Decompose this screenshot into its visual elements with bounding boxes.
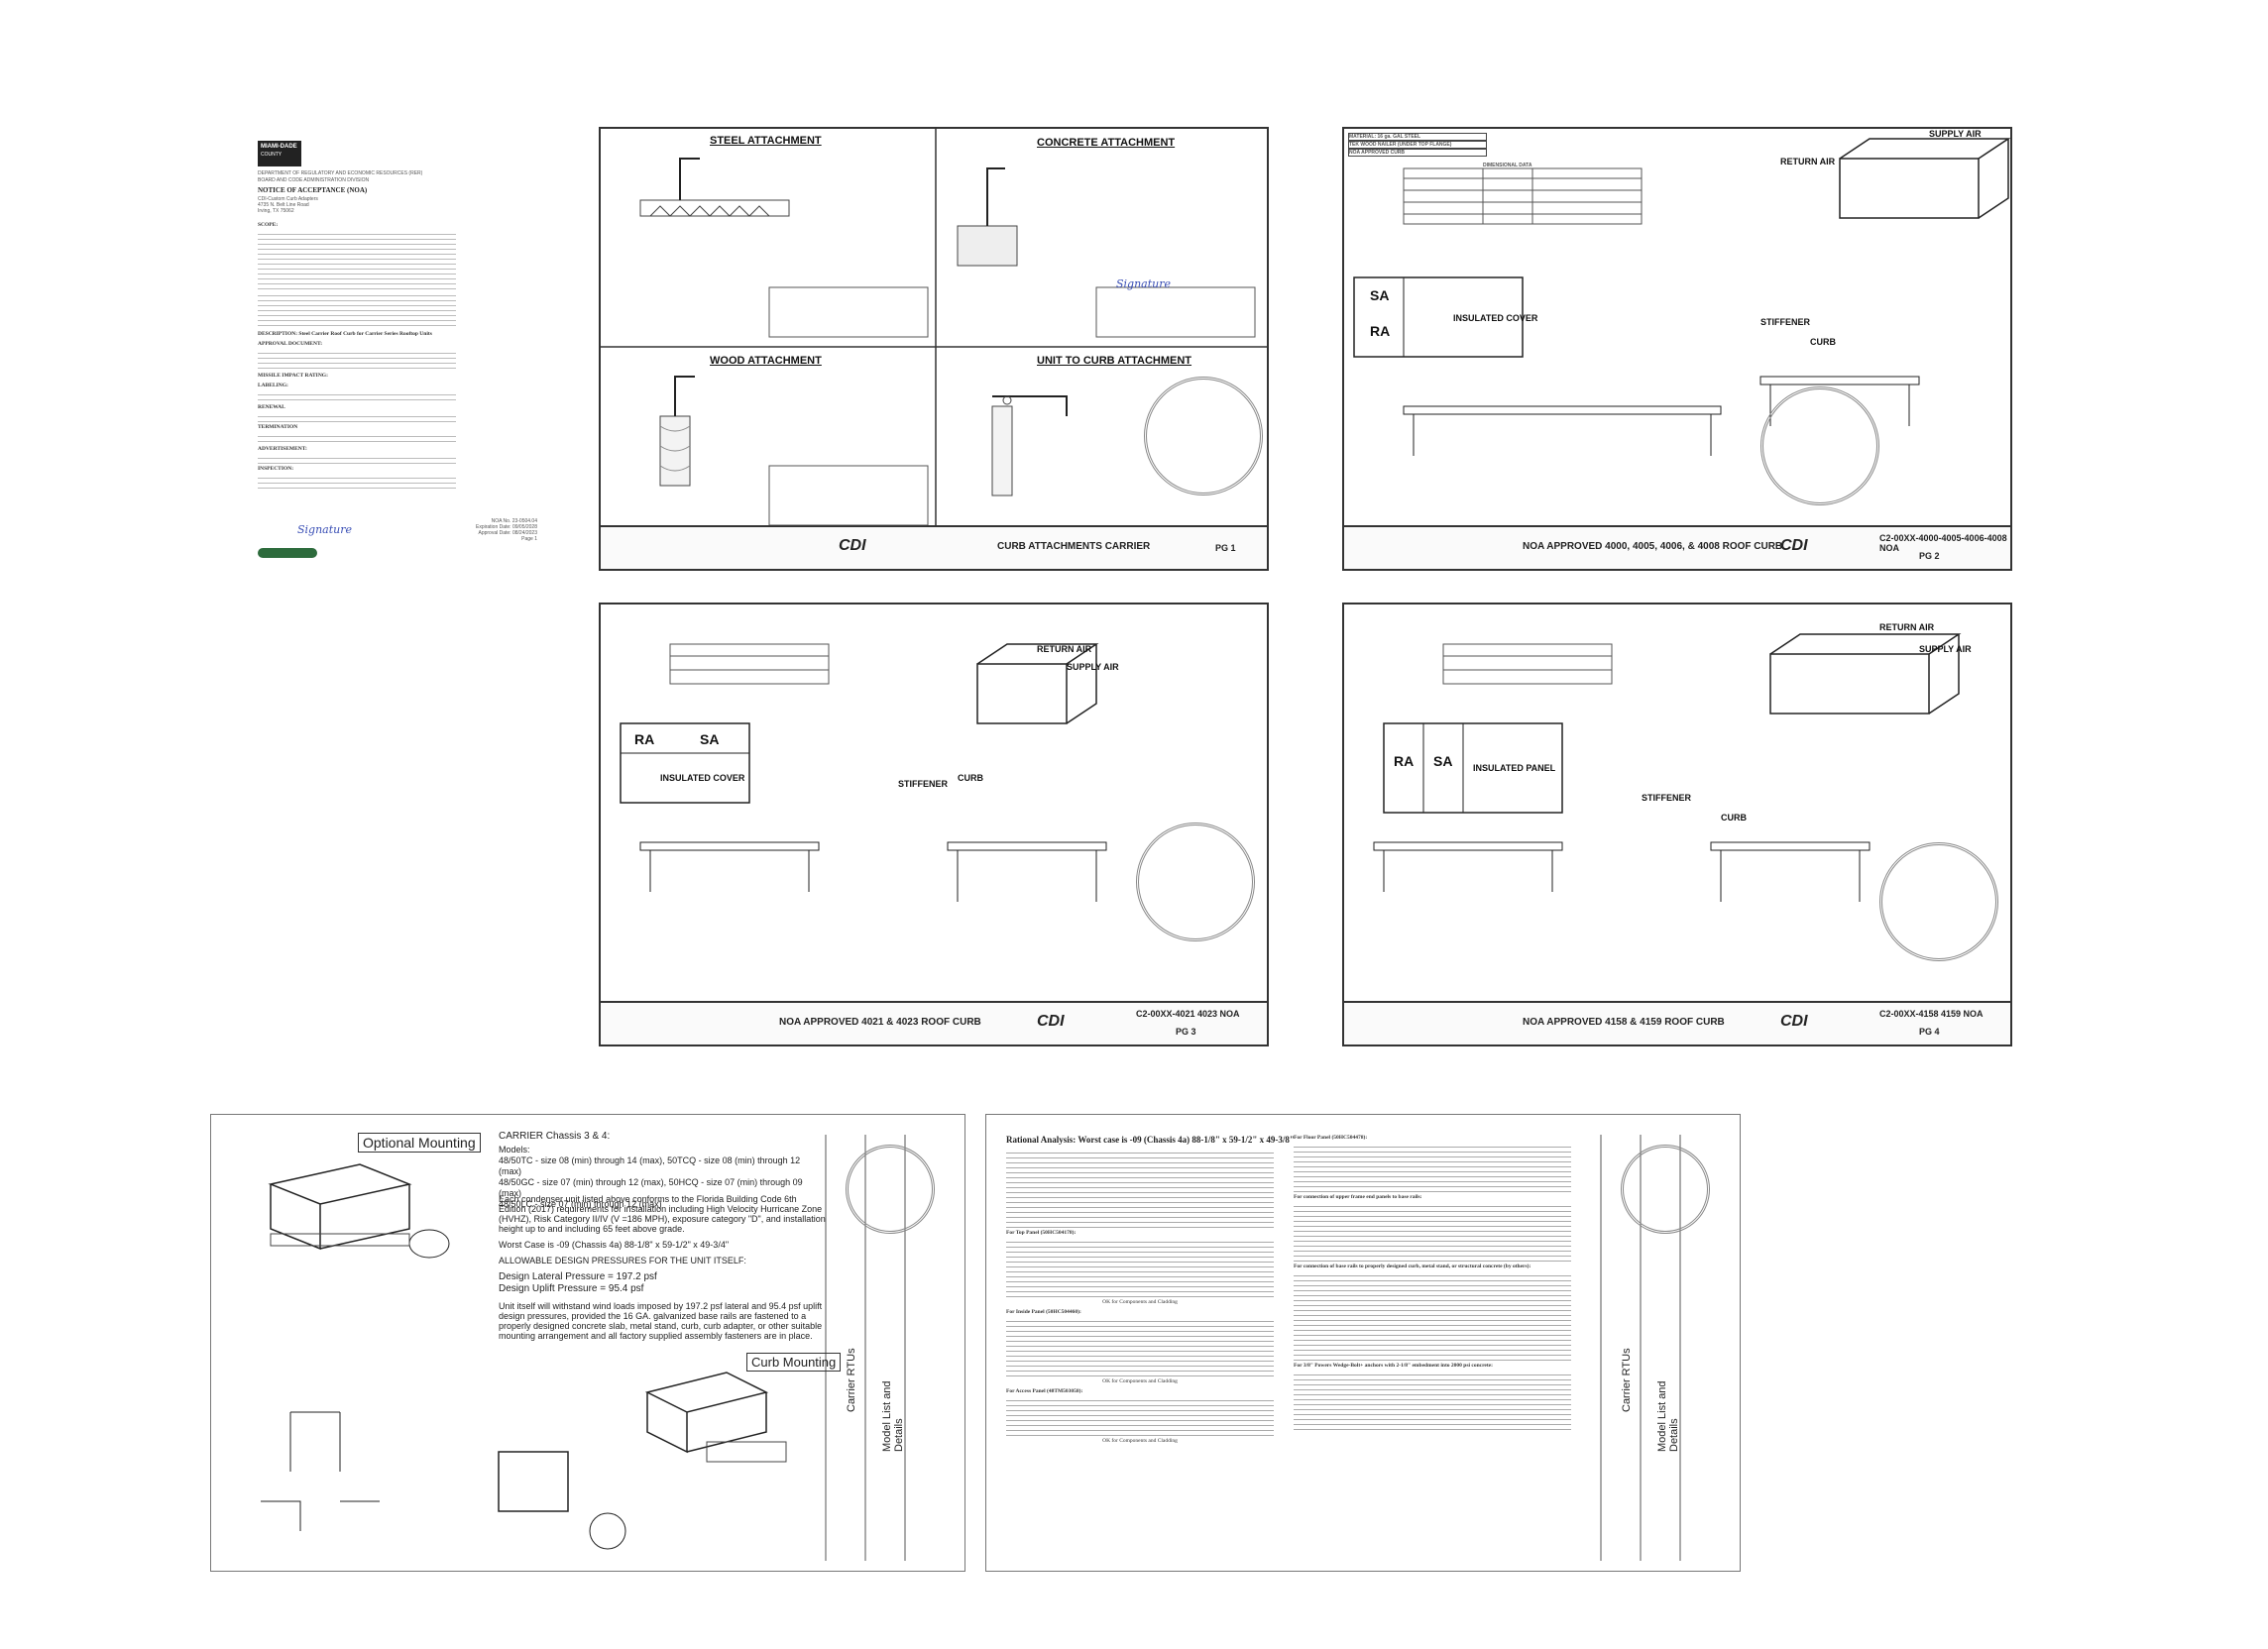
noa-title: NOTICE OF ACCEPTANCE (NOA) bbox=[258, 186, 368, 194]
design-lateral: Design Lateral Pressure = 197.2 psf bbox=[499, 1271, 657, 1282]
pg4-code: C2-00XX-4158 4159 NOA bbox=[1879, 1009, 1984, 1019]
noa-body-text bbox=[258, 232, 456, 289]
wood-attachment-heading: WOOD ATTACHMENT bbox=[710, 355, 822, 367]
pg1-page: PG 1 bbox=[1215, 543, 1236, 553]
drawing-sheet-pg3: RETURN AIR SUPPLY AIR INSULATED COVER RA… bbox=[599, 603, 1269, 1046]
pg2-title-block: NOA APPROVED 4000, 4005, 4006, & 4008 RO… bbox=[1344, 525, 2010, 569]
design-uplift: Design Uplift Pressure = 95.4 psf bbox=[499, 1283, 644, 1294]
pg4-label-sa: SA bbox=[1433, 753, 1453, 769]
side-label-model-list: Model List and Details bbox=[881, 1380, 905, 1452]
pg2-label-sa: SA bbox=[1370, 287, 1390, 303]
side-label-carrier: Carrier RTUs bbox=[1621, 1348, 1633, 1412]
noa-dept: DEPARTMENT OF REGULATORY AND ECONOMIC RE… bbox=[258, 170, 423, 176]
side-label-carrier: Carrier RTUs bbox=[846, 1348, 857, 1412]
cdi-logo: CDI bbox=[839, 537, 866, 554]
concrete-attachment-heading: CONCRETE ATTACHMENT bbox=[1037, 137, 1176, 149]
drawing-sheet-pg4: RETURN AIR SUPPLY AIR INSULATED PANEL RA… bbox=[1342, 603, 2012, 1046]
curb-mounting-label: Curb Mounting bbox=[746, 1353, 842, 1372]
pg4-label-return-air: RETURN AIR bbox=[1879, 622, 1935, 632]
pg2-label-supply-air: SUPPLY AIR bbox=[1929, 129, 1982, 139]
pg4-label-stiffener: STIFFENER bbox=[1642, 793, 1692, 803]
pg4-page: PG 4 bbox=[1919, 1027, 1940, 1037]
pg3-title-block: NOA APPROVED 4021 & 4023 ROOF CURB CDI C… bbox=[601, 1001, 1267, 1044]
pg4-label-supply-air: SUPPLY AIR bbox=[1919, 644, 1972, 654]
pg2-drawing bbox=[1353, 138, 2010, 456]
pg2-page: PG 2 bbox=[1919, 551, 1940, 561]
pg1-title: CURB ATTACHMENTS CARRIER bbox=[997, 541, 1151, 552]
pg2-label-ra: RA bbox=[1370, 323, 1391, 339]
pg3-page: PG 3 bbox=[1176, 1027, 1196, 1037]
cdi-logo: CDI bbox=[1037, 1013, 1065, 1030]
engineer-seal bbox=[1879, 842, 1998, 961]
noa-body: SCOPE: DESCRIPTION: Steel Carrier Roof C… bbox=[258, 222, 456, 490]
noa-division: BOARD AND CODE ADMINISTRATION DIVISION bbox=[258, 177, 370, 183]
pg3-label-insulated-cover: INSULATED COVER bbox=[660, 773, 745, 783]
pg3-title: NOA APPROVED 4021 & 4023 ROOF CURB bbox=[779, 1017, 981, 1028]
drawing-sheet-pg2: MATERIAL: 16 ga. GAL STEEL TEK WOOD NAIL… bbox=[1342, 127, 2012, 571]
noa-description: Steel Carrier Roof Curb for Carrier Seri… bbox=[298, 331, 432, 337]
carrier-chassis-title: CARRIER Chassis 3 & 4: bbox=[499, 1131, 611, 1142]
pg1-drawing bbox=[601, 129, 1267, 531]
cdi-logo: CDI bbox=[1780, 537, 1808, 554]
pg2-label-stiffener: STIFFENER bbox=[1760, 317, 1811, 327]
pg3-label-curb: CURB bbox=[958, 773, 983, 783]
pg3-label-sa: SA bbox=[700, 731, 720, 747]
pg4-label-curb: CURB bbox=[1721, 813, 1747, 823]
engineer-seal bbox=[1136, 823, 1255, 941]
pg3-label-ra: RA bbox=[634, 731, 655, 747]
miami-dade-logo: MIAMI-DADE COUNTY bbox=[258, 141, 301, 166]
pg3-code: C2-00XX-4021 4023 NOA bbox=[1136, 1009, 1240, 1019]
noa-footer-logo bbox=[258, 548, 317, 558]
engineer-seal bbox=[1144, 377, 1263, 495]
pg3-label-stiffener: STIFFENER bbox=[898, 779, 949, 789]
worst-case: Worst Case is -09 (Chassis 4a) 88-1/8" x… bbox=[499, 1240, 730, 1250]
pg2-label-return-air: RETURN AIR bbox=[1780, 157, 1836, 166]
pg3-drawing bbox=[620, 643, 1107, 902]
pg3-label-return-air: RETURN AIR bbox=[1037, 644, 1092, 654]
withstand-text: Unit itself will withstand wind loads im… bbox=[499, 1301, 823, 1341]
pg3-label-supply-air: SUPPLY AIR bbox=[1067, 662, 1119, 672]
pg4-drawing bbox=[1373, 633, 1962, 902]
pg2-label-curb: CURB bbox=[1810, 337, 1836, 347]
engineer-signature: Signature bbox=[1116, 277, 1172, 290]
drawing-sheet-pg1: STEEL ATTACHMENT CONCRETE ATTACHMENT WOO… bbox=[599, 127, 1269, 571]
engineer-seal bbox=[1760, 386, 1879, 505]
noa-footer: NOA No. 23-0504.04 Expiration Date: 09/0… bbox=[476, 518, 537, 542]
noa-letter-page: MIAMI-DADE COUNTY DEPARTMENT OF REGULATO… bbox=[238, 127, 565, 593]
conform-text: Each condenser unit listed above conform… bbox=[499, 1194, 826, 1234]
cdi-logo: CDI bbox=[1780, 1013, 1808, 1030]
engineer-seal bbox=[1621, 1145, 1710, 1234]
rational-analysis-sheet: Rational Analysis: Worst case is -09 (Ch… bbox=[985, 1114, 1741, 1572]
pg4-label-insulated-panel: INSULATED PANEL bbox=[1473, 763, 1556, 773]
pg4-title: NOA APPROVED 4158 & 4159 ROOF CURB bbox=[1523, 1017, 1725, 1028]
pg4-label-ra: RA bbox=[1394, 753, 1415, 769]
pg2-label-insulated-cover: INSULATED COVER bbox=[1453, 313, 1538, 323]
pg2-title: NOA APPROVED 4000, 4005, 4006, & 4008 RO… bbox=[1523, 541, 1783, 552]
noa-addressee: CDI-Custom Curb Adapters 4735 N. Belt Li… bbox=[258, 196, 318, 214]
unit-to-curb-heading: UNIT TO CURB ATTACHMENT bbox=[1037, 355, 1192, 367]
side-label-model-list: Model List and Details bbox=[1656, 1380, 1680, 1452]
steel-attachment-heading: STEEL ATTACHMENT bbox=[710, 135, 822, 147]
carrier-model-sheet: Optional Mounting CARRIER Chassis 3 & 4:… bbox=[210, 1114, 965, 1572]
allowable-heading: ALLOWABLE DESIGN PRESSURES FOR THE UNIT … bbox=[499, 1256, 746, 1265]
noa-signature: Signature bbox=[297, 523, 353, 536]
pg2-code: C2-00XX-4000-4005-4006-4008 NOA bbox=[1879, 533, 2007, 553]
pg1-title-block: CDI CURB ATTACHMENTS CARRIER PG 1 bbox=[601, 525, 1267, 569]
pg4-title-block: NOA APPROVED 4158 & 4159 ROOF CURB CDI C… bbox=[1344, 1001, 2010, 1044]
engineer-seal bbox=[846, 1145, 935, 1234]
